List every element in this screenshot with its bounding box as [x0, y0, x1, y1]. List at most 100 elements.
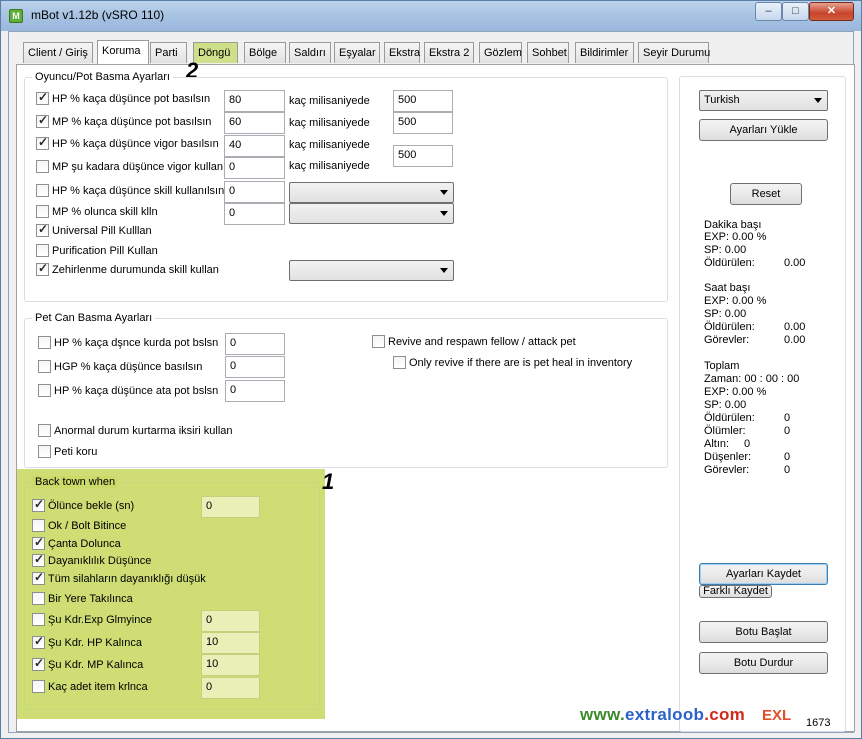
ms-label: kaç milisaniyede	[289, 139, 370, 151]
checkbox[interactable]	[36, 205, 49, 218]
bt-row-label: Şu Kdr. MP Kalınca	[48, 658, 144, 671]
pot-row-label: Universal Pill Kulllan	[52, 224, 152, 237]
checkbox[interactable]	[393, 356, 406, 369]
pot-row-universal[interactable]: Universal Pill Kulllan	[36, 222, 152, 241]
pet-row-horse[interactable]: HP % kaça düşünce ata pot bslsn	[38, 384, 218, 401]
reset-button[interactable]: Reset	[730, 183, 802, 205]
hp-pot-input[interactable]: 80	[224, 90, 285, 112]
checkbox[interactable]	[36, 135, 49, 150]
checkbox[interactable]	[38, 384, 51, 397]
total-gold: 0	[744, 438, 751, 450]
bt-row-durability[interactable]: Dayanıklılık Düşünce	[32, 552, 151, 571]
mp-skill-input[interactable]: 0	[224, 203, 285, 225]
watermark: www.extraloob.com	[580, 705, 745, 725]
pot-row-hp-skill[interactable]: HP % kaça düşünce skill kullanılsın	[36, 184, 224, 201]
ms-label: kaç milisaniyede	[289, 95, 370, 107]
start-bot-button[interactable]: Botu Başlat	[699, 621, 828, 643]
bt-row-bag[interactable]: Çanta Dolunca	[32, 535, 121, 554]
mp-skill-select[interactable]	[289, 203, 454, 224]
checkbox[interactable]	[32, 519, 45, 532]
pet-row-abnormal[interactable]: Anormal durum kurtarma iksiri kullan	[38, 424, 233, 441]
total-gold-label: Altın:	[704, 438, 730, 450]
pet-revive[interactable]: Revive and respawn fellow / attack pet	[372, 335, 576, 352]
save-as-button[interactable]: Farklı Kaydet	[699, 585, 772, 598]
checkbox[interactable]	[372, 335, 385, 348]
ms-label: kaç milisaniyede	[289, 117, 370, 129]
per-min-title: Dakika başı	[704, 219, 762, 231]
checkbox[interactable]	[32, 634, 45, 649]
language-select[interactable]: Turkish	[699, 90, 828, 111]
per-hour-sp: SP: 0.00	[704, 308, 747, 320]
hp-vigor-input[interactable]: 40	[224, 135, 285, 157]
checkbox[interactable]	[32, 570, 45, 585]
checkbox[interactable]	[32, 535, 45, 550]
pot-row-mp[interactable]: MP % kaça düşünce pot basılsın	[36, 113, 211, 132]
pet-hgp-input[interactable]: 0	[225, 356, 285, 378]
checkbox[interactable]	[38, 424, 51, 437]
pot-row-mp-skill[interactable]: MP % olunca skill klln	[36, 205, 158, 222]
pot-row-mp-vigor[interactable]: MP şu kadara düşünce vigor kullan	[36, 160, 223, 177]
ms-label: kaç milisaniyede	[289, 160, 370, 172]
bt-row-stuck[interactable]: Bir Yere Takılınca	[32, 592, 133, 609]
checkbox[interactable]	[32, 613, 45, 626]
pet-horse-input[interactable]: 0	[225, 380, 285, 402]
per-hour-quests: 0.00	[784, 334, 806, 346]
pet-row-hgp[interactable]: HGP % kaça düşünce basılsın	[38, 360, 202, 377]
mp-pot-input[interactable]: 60	[224, 112, 285, 134]
checkbox[interactable]	[32, 552, 45, 567]
hp-skill-input[interactable]: 0	[224, 181, 285, 203]
pot-row-poison[interactable]: Zehirlenme durumunda skill kullan	[36, 261, 219, 280]
checkbox[interactable]	[32, 497, 45, 512]
mp-ms-input[interactable]: 500	[393, 112, 453, 134]
language-value: Turkish	[704, 94, 740, 106]
hp-skill-select[interactable]	[289, 182, 454, 203]
checkbox[interactable]	[36, 222, 49, 237]
bt-row-all-weapons[interactable]: Tüm silahların dayanıklığı düşük	[32, 570, 206, 589]
pet-wolf-input[interactable]: 0	[225, 333, 285, 355]
bt-row-death[interactable]: Ölünce bekle (sn)	[32, 497, 134, 516]
pet-only-revive[interactable]: Only revive if there are is pet heal in …	[393, 356, 632, 373]
pet-row-protect[interactable]: Peti koru	[38, 445, 97, 462]
total-sp: SP: 0.00	[704, 399, 747, 411]
checkbox[interactable]	[38, 360, 51, 373]
checkbox[interactable]	[36, 261, 49, 276]
checkbox[interactable]	[38, 445, 51, 458]
save-settings-button[interactable]: Ayarları Kaydet	[699, 563, 828, 585]
stop-bot-button[interactable]: Botu Durdur	[699, 652, 828, 674]
bt-row-item[interactable]: Kaç adet item krlnca	[32, 680, 148, 697]
poison-skill-select[interactable]	[289, 260, 454, 281]
bt-row-hp[interactable]: Şu Kdr. HP Kalınca	[32, 634, 142, 653]
pet-row-wolf[interactable]: HP % kaça dşnce kurda pot bslsn	[38, 336, 218, 353]
bt-row-exp[interactable]: Şu Kdr.Exp Glmyince	[32, 613, 152, 630]
total-exp: EXP: 0.00 %	[704, 386, 767, 398]
checkbox[interactable]	[38, 336, 51, 349]
bt-hp-input[interactable]: 10	[201, 632, 260, 654]
bt-exp-input[interactable]: 0	[201, 610, 260, 632]
pot-row-purification[interactable]: Purification Pill Kullan	[36, 244, 158, 261]
bt-row-mp[interactable]: Şu Kdr. MP Kalınca	[32, 656, 144, 675]
load-settings-button[interactable]: Ayarları Yükle	[699, 119, 828, 141]
bt-death-input[interactable]: 0	[201, 496, 260, 518]
checkbox[interactable]	[32, 656, 45, 671]
checkbox[interactable]	[32, 592, 45, 605]
hp-ms-input[interactable]: 500	[393, 90, 453, 112]
per-min-kills-label: Öldürülen:	[704, 257, 755, 269]
pet-row-label: HGP % kaça düşünce basılsın	[54, 360, 203, 373]
pot-row-hp[interactable]: HP % kaça düşünce pot basılsın	[36, 90, 210, 109]
bt-row-arrow[interactable]: Ok / Bolt Bitince	[32, 519, 126, 536]
checkbox[interactable]	[32, 680, 45, 693]
checkbox[interactable]	[36, 184, 49, 197]
checkbox[interactable]	[36, 244, 49, 257]
mp-vigor-input[interactable]: 0	[224, 157, 285, 179]
pot-row-label: HP % kaça düşünce skill kullanılsın	[52, 184, 225, 197]
checkbox[interactable]	[36, 90, 49, 105]
bt-item-input[interactable]: 0	[201, 677, 260, 699]
per-hour-quests-label: Görevler:	[704, 334, 750, 346]
pet-revive-label: Revive and respawn fellow / attack pet	[388, 335, 576, 348]
pot-row-hp-vigor[interactable]: HP % kaça düşünce vigor basılsın	[36, 135, 219, 154]
checkbox[interactable]	[36, 113, 49, 128]
vigor-ms-input[interactable]: 500	[393, 145, 453, 167]
total-title: Toplam	[704, 360, 740, 372]
bt-mp-input[interactable]: 10	[201, 654, 260, 676]
checkbox[interactable]	[36, 160, 49, 173]
